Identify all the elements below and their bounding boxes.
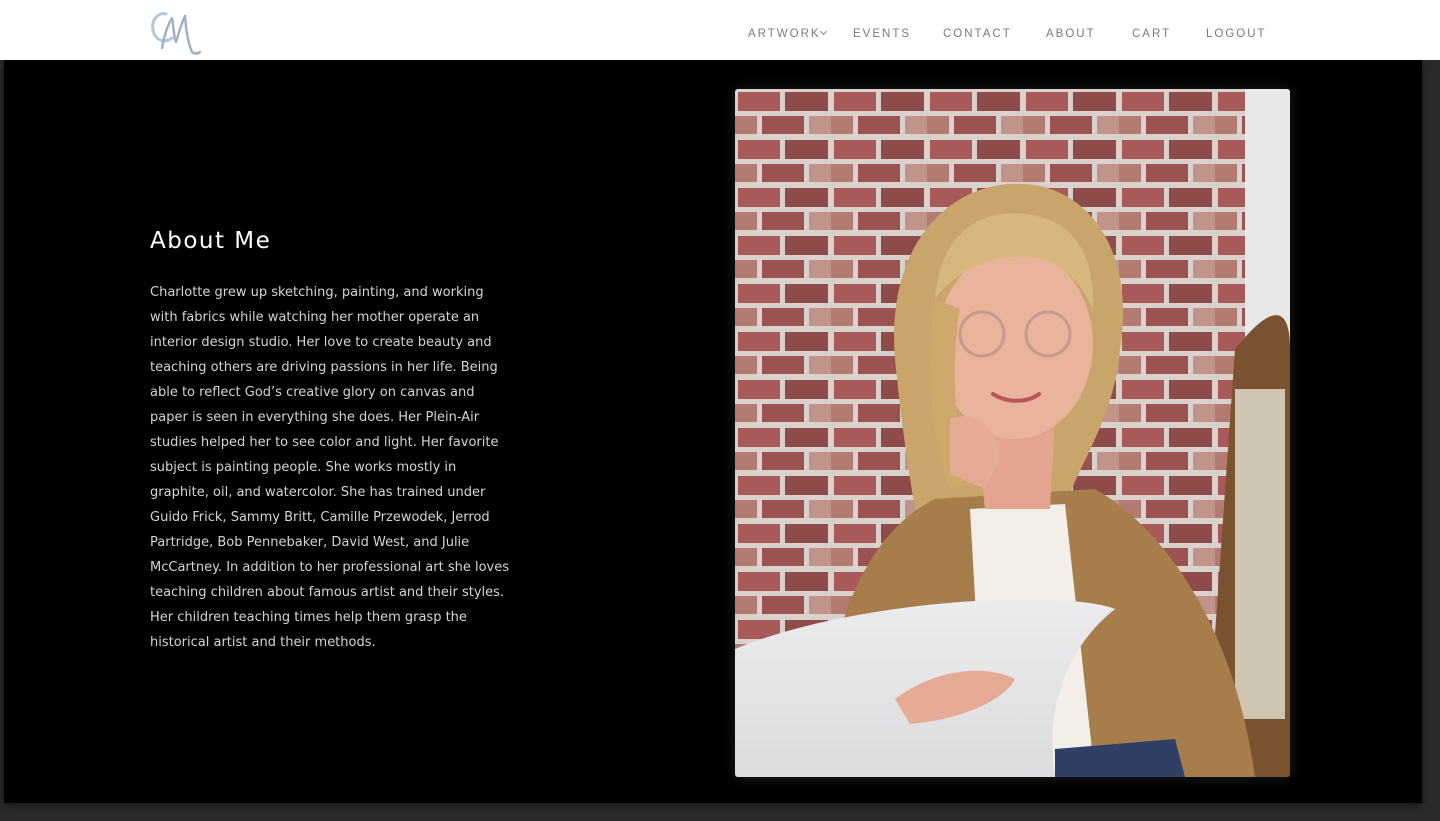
nav-logout[interactable]: LOGOUT <box>1206 28 1267 40</box>
site-header: ARTWORK EVENTS CONTACT ABOUT CART LOGOUT <box>0 0 1440 60</box>
nav-about[interactable]: ABOUT <box>1046 28 1096 40</box>
nav-contact[interactable]: CONTACT <box>943 28 1012 40</box>
about-title: About Me <box>150 228 272 254</box>
nav-events[interactable]: EVENTS <box>853 28 911 40</box>
artist-portrait-image <box>735 89 1290 777</box>
nav-artwork[interactable]: ARTWORK <box>748 27 827 40</box>
nav-cart[interactable]: CART <box>1132 28 1171 40</box>
about-body-text: Charlotte grew up sketching, painting, a… <box>150 285 510 650</box>
nav-artwork-label: ARTWORK <box>748 28 821 40</box>
main-nav: ARTWORK EVENTS CONTACT ABOUT CART LOGOUT <box>0 0 1440 60</box>
